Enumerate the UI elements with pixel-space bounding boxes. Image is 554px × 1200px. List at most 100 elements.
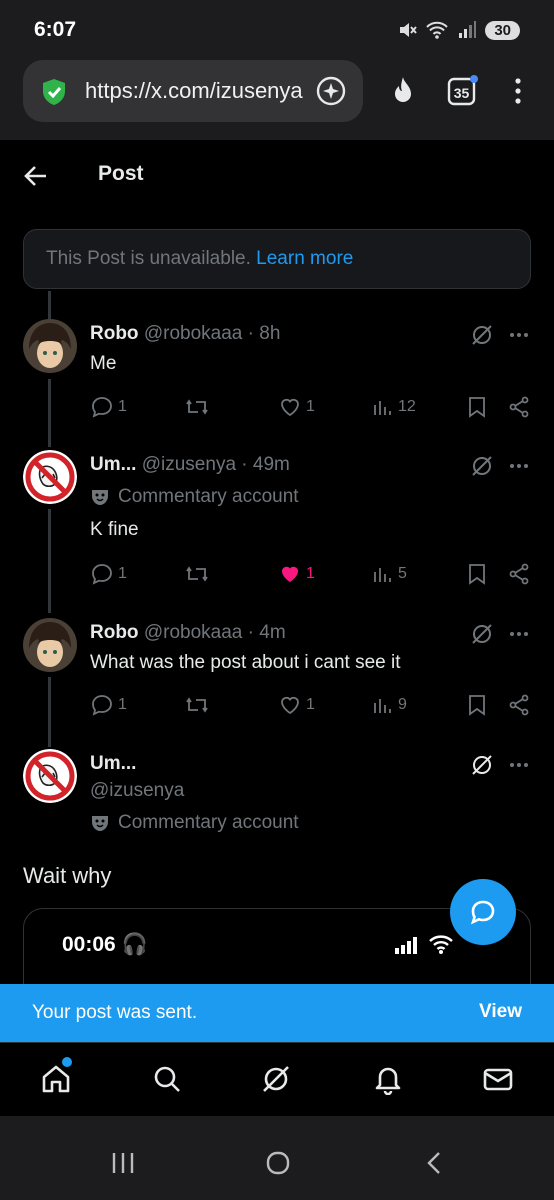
status-time: 6:07: [34, 18, 77, 41]
views-button[interactable]: 5: [372, 562, 407, 586]
post-actions: 1 1 12: [90, 395, 530, 421]
reply-count: 1: [118, 696, 127, 713]
repost-button[interactable]: [184, 562, 214, 586]
post-actions: 1 1 9: [90, 693, 530, 719]
like-count: 1: [306, 565, 315, 582]
bottom-navigation: [0, 1042, 554, 1116]
grok-icon[interactable]: [470, 622, 494, 651]
views-count: 5: [398, 565, 407, 582]
home-icon[interactable]: [40, 1063, 72, 1100]
compose-reply-button[interactable]: [450, 879, 516, 945]
post-author[interactable]: Robo @robokaaa · 8h: [90, 323, 280, 345]
media-wifi-icon: [429, 935, 453, 954]
avatar[interactable]: [23, 450, 77, 504]
sent-toast: Your post was sent. View: [0, 984, 554, 1042]
share-button[interactable]: [508, 693, 530, 717]
battery-indicator: 30: [485, 20, 520, 40]
theater-mask-icon: [92, 490, 108, 505]
reply-count: 1: [118, 565, 127, 582]
wifi-icon: [426, 21, 449, 39]
headphones-icon: 🎧: [121, 933, 148, 956]
like-button[interactable]: 1: [278, 562, 315, 586]
post-header: Post: [0, 140, 554, 212]
bookmark-button[interactable]: [466, 395, 488, 419]
assistant-sparkle-icon[interactable]: [315, 75, 347, 112]
notifications-bell-icon[interactable]: [372, 1063, 404, 1100]
reply-count: 1: [118, 398, 127, 415]
avatar[interactable]: [23, 618, 77, 672]
bookmark-button[interactable]: [466, 562, 488, 586]
reply-button[interactable]: 1: [90, 562, 127, 586]
more-options-icon[interactable]: [508, 622, 530, 651]
reply-button[interactable]: 1: [90, 693, 127, 717]
views-count: 12: [398, 398, 416, 415]
more-options-icon[interactable]: [508, 454, 530, 483]
system-navigation-bar: [0, 1116, 554, 1200]
post-author[interactable]: Um...: [90, 753, 136, 775]
back-chevron-icon[interactable]: [422, 1150, 448, 1181]
more-options-icon[interactable]: [508, 753, 530, 782]
address-bar[interactable]: https://x.com/izusenya: [23, 60, 363, 122]
post-actions: 1 1 5: [90, 562, 530, 588]
unavailable-text: This Post is unavailable.: [46, 248, 251, 269]
toast-view-button[interactable]: View: [479, 1001, 522, 1023]
post-text: K fine: [90, 519, 139, 540]
post-author[interactable]: Um... @izusenya · 49m: [90, 454, 290, 476]
thread-post[interactable]: Robo @robokaaa · 4m What was the post ab…: [0, 618, 554, 728]
grok-icon[interactable]: [470, 323, 494, 352]
post-text: Me: [90, 353, 117, 374]
recent-apps-icon[interactable]: [110, 1150, 136, 1181]
more-options-icon[interactable]: [508, 323, 530, 352]
learn-more-link[interactable]: Learn more: [256, 248, 353, 269]
views-count: 9: [398, 696, 407, 713]
views-button[interactable]: 9: [372, 693, 407, 717]
media-signal-icon: [395, 937, 417, 954]
back-arrow-icon[interactable]: [22, 162, 50, 195]
avatar[interactable]: [23, 319, 77, 373]
post-handle[interactable]: @izusenya: [90, 780, 184, 802]
chat-bubble-icon: [470, 900, 495, 925]
reply-button[interactable]: 1: [90, 395, 127, 419]
flame-icon[interactable]: [386, 74, 420, 113]
browser-menu-icon[interactable]: [508, 74, 528, 113]
post-author[interactable]: Robo @robokaaa · 4m: [90, 622, 286, 644]
home-circle-icon[interactable]: [265, 1150, 291, 1181]
share-button[interactable]: [508, 395, 530, 419]
thread-post[interactable]: Robo @robokaaa · 8h Me 1 1 12: [0, 319, 554, 439]
home-notification-dot: [62, 1057, 72, 1067]
like-button[interactable]: 1: [278, 395, 315, 419]
main-post[interactable]: Um... @izusenya Commentary account: [0, 749, 554, 849]
browser-toolbar: https://x.com/izusenya 35: [0, 60, 554, 140]
signal-icon: [459, 21, 477, 38]
post-text: What was the post about i cant see it: [90, 652, 401, 673]
grok-icon[interactable]: [470, 753, 494, 782]
mute-icon: [400, 23, 418, 37]
repost-button[interactable]: [184, 693, 214, 717]
views-button[interactable]: 12: [372, 395, 416, 419]
tabs-count: 35: [454, 85, 470, 101]
status-bar: 6:07 30: [0, 0, 554, 60]
repost-button[interactable]: [184, 395, 214, 419]
theater-mask-icon: [92, 816, 108, 831]
avatar[interactable]: [23, 749, 77, 803]
messages-mail-icon[interactable]: [482, 1063, 514, 1100]
commentary-badge: Commentary account: [90, 812, 299, 834]
toast-message: Your post was sent.: [32, 1002, 198, 1023]
thread-post[interactable]: Um... @izusenya · 49m Commentary account…: [0, 450, 554, 600]
thread-connector: [48, 291, 51, 319]
search-icon[interactable]: [151, 1063, 183, 1100]
page-title: Post: [98, 162, 144, 185]
unavailable-notice: This Post is unavailable. Learn more: [23, 229, 531, 289]
like-button[interactable]: 1: [278, 693, 315, 717]
grok-nav-icon[interactable]: [260, 1063, 292, 1100]
main-post-text: Wait why: [23, 863, 112, 888]
share-button[interactable]: [508, 562, 530, 586]
shield-check-icon[interactable]: [39, 77, 69, 112]
media-screenshot-time: 00:06 🎧: [62, 933, 148, 956]
grok-icon[interactable]: [470, 454, 494, 483]
bookmark-button[interactable]: [466, 693, 488, 717]
tabs-counter-icon[interactable]: 35: [446, 74, 480, 113]
commentary-badge: Commentary account: [90, 486, 299, 508]
url-text[interactable]: https://x.com/izusenya: [85, 78, 325, 104]
like-count: 1: [306, 398, 315, 415]
